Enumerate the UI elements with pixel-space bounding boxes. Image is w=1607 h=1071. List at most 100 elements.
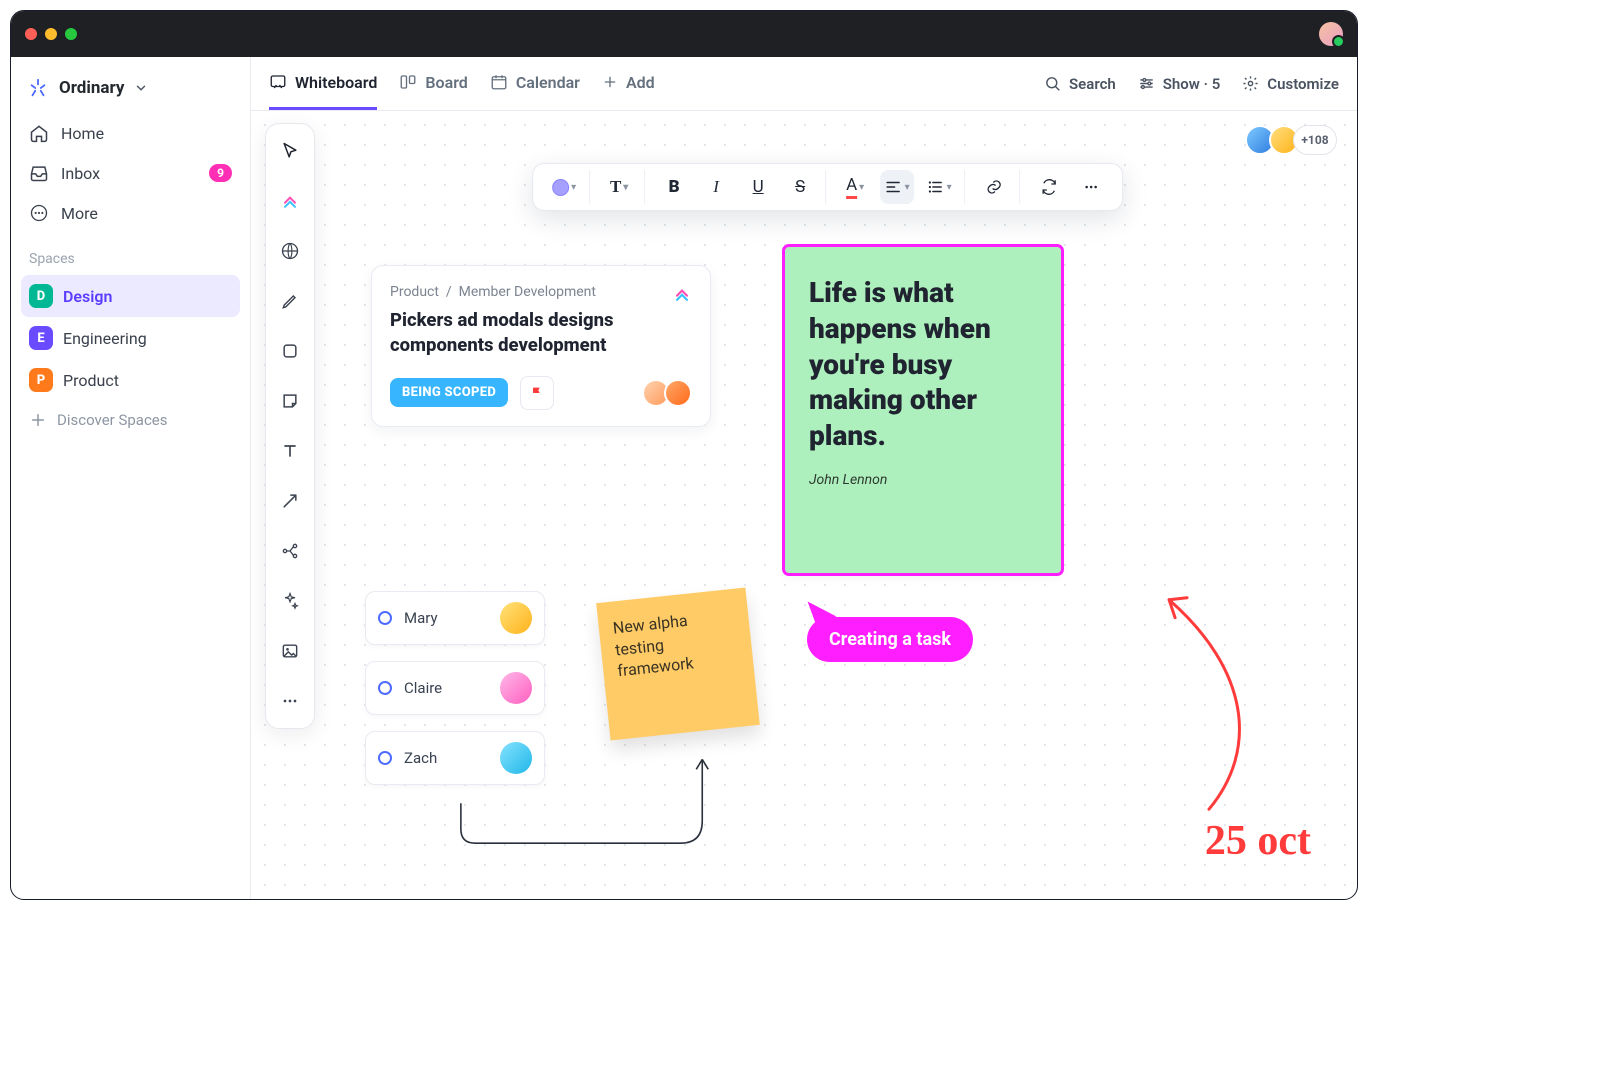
app-window: Ordinary Home Inbox 9 More Spaces D Desi… [10,10,1358,900]
tab-add[interactable]: Add [602,57,655,110]
fill-color-button[interactable]: ▾ [547,170,581,204]
breadcrumb-item[interactable]: Member Development [459,284,596,300]
avatar [500,672,532,704]
show-button[interactable]: Show · 5 [1138,75,1221,93]
assignee-avatars[interactable] [648,379,692,407]
space-product[interactable]: P Product [21,359,240,401]
tool-ai[interactable] [273,584,307,618]
person-name: Zach [404,749,488,767]
tab-label: Whiteboard [295,73,377,92]
home-icon [29,123,49,143]
main: Whiteboard Board Calendar Add Searc [251,57,1357,899]
list-icon [927,178,945,196]
tool-clickup[interactable] [273,184,307,218]
handwriting-date: 25 oct [1205,817,1311,865]
radio-icon[interactable] [378,681,392,695]
link-button[interactable] [977,170,1011,204]
list-button[interactable]: ▾ [922,170,956,204]
person-row[interactable]: Zach [365,731,545,785]
radio-icon[interactable] [378,751,392,765]
sync-icon [1040,178,1058,196]
avatar [500,742,532,774]
flag-icon [529,385,545,401]
sync-button[interactable] [1032,170,1066,204]
person-row[interactable]: Claire [365,661,545,715]
window-minimize-dot[interactable] [45,28,57,40]
tool-mindmap[interactable] [273,534,307,568]
nav-home[interactable]: Home [21,113,240,153]
plus-icon [29,411,47,429]
more-icon [29,203,49,223]
window-zoom-dot[interactable] [65,28,77,40]
board-icon [399,73,417,91]
tool-connector[interactable] [273,484,307,518]
avatar-overflow[interactable]: +108 [1293,125,1337,155]
whiteboard-canvas[interactable]: +108 [251,111,1357,899]
tool-more[interactable] [273,684,307,718]
tool-select[interactable] [273,134,307,168]
tool-image[interactable] [273,634,307,668]
tab-label: Add [626,73,655,92]
breadcrumb[interactable]: Product / Member Development [390,284,692,300]
tool-pen[interactable] [273,284,307,318]
task-title: Pickers ad modals designs components dev… [390,308,692,358]
tool-shape[interactable] [273,334,307,368]
space-chip: D [29,284,53,308]
underline-button[interactable]: U [741,170,775,204]
avatar[interactable] [664,379,692,407]
discover-spaces[interactable]: Discover Spaces [21,401,240,439]
tab-whiteboard[interactable]: Whiteboard [269,57,377,110]
radio-icon[interactable] [378,611,392,625]
discover-label: Discover Spaces [57,411,168,429]
titlebar [11,11,1357,57]
priority-flag[interactable] [520,376,554,410]
person-row[interactable]: Mary [365,591,545,645]
nav-more[interactable]: More [21,193,240,233]
workspace-name: Ordinary [59,78,124,98]
search-label: Search [1069,75,1116,93]
space-chip: E [29,326,53,350]
breadcrumb-item[interactable]: Product [390,284,439,300]
space-engineering[interactable]: E Engineering [21,317,240,359]
window-close-dot[interactable] [25,28,37,40]
show-label: Show · 5 [1163,75,1221,93]
customize-button[interactable]: Customize [1242,75,1339,93]
current-user-avatar[interactable] [1319,22,1343,46]
collaborator-avatars[interactable]: +108 [1251,125,1337,155]
space-label: Design [63,287,112,306]
person-name: Mary [404,609,488,627]
nav-inbox[interactable]: Inbox 9 [21,153,240,193]
status-badge[interactable]: BEING SCOPED [390,378,508,407]
sidebar: Ordinary Home Inbox 9 More Spaces D Desi… [11,57,251,899]
tab-label: Calendar [516,73,580,92]
calendar-icon [490,73,508,91]
task-card[interactable]: Product / Member Development Pickers ad … [371,265,711,427]
workspace-logo-icon [27,77,49,99]
bold-button[interactable]: B [657,170,691,204]
view-tabs: Whiteboard Board Calendar Add Searc [251,57,1357,111]
tool-sticky[interactable] [273,384,307,418]
italic-button[interactable]: I [699,170,733,204]
text-size-button[interactable]: T▾ [602,170,636,204]
tab-board[interactable]: Board [399,57,467,110]
workspace-switcher[interactable]: Ordinary [21,69,240,113]
quote-card[interactable]: Life is what happens when you're busy ma… [785,247,1061,573]
more-format-button[interactable] [1074,170,1108,204]
space-design[interactable]: D Design [21,275,240,317]
inbox-icon [29,163,49,183]
tool-text[interactable] [273,434,307,468]
whiteboard-icon [269,73,287,91]
tab-calendar[interactable]: Calendar [490,57,580,110]
customize-label: Customize [1267,75,1339,93]
gear-icon [1242,75,1259,92]
align-button[interactable]: ▾ [880,170,914,204]
strike-button[interactable]: S [783,170,817,204]
text-color-button[interactable]: A▾ [838,170,872,204]
quote-text: Life is what happens when you're busy ma… [809,275,1037,454]
search-button[interactable]: Search [1044,75,1116,93]
tool-web[interactable] [273,234,307,268]
sticky-note[interactable]: New alpha testing framework [596,588,760,741]
space-label: Product [63,371,119,390]
color-swatch-icon [552,179,569,196]
remote-cursor: Creating a task [807,597,973,662]
